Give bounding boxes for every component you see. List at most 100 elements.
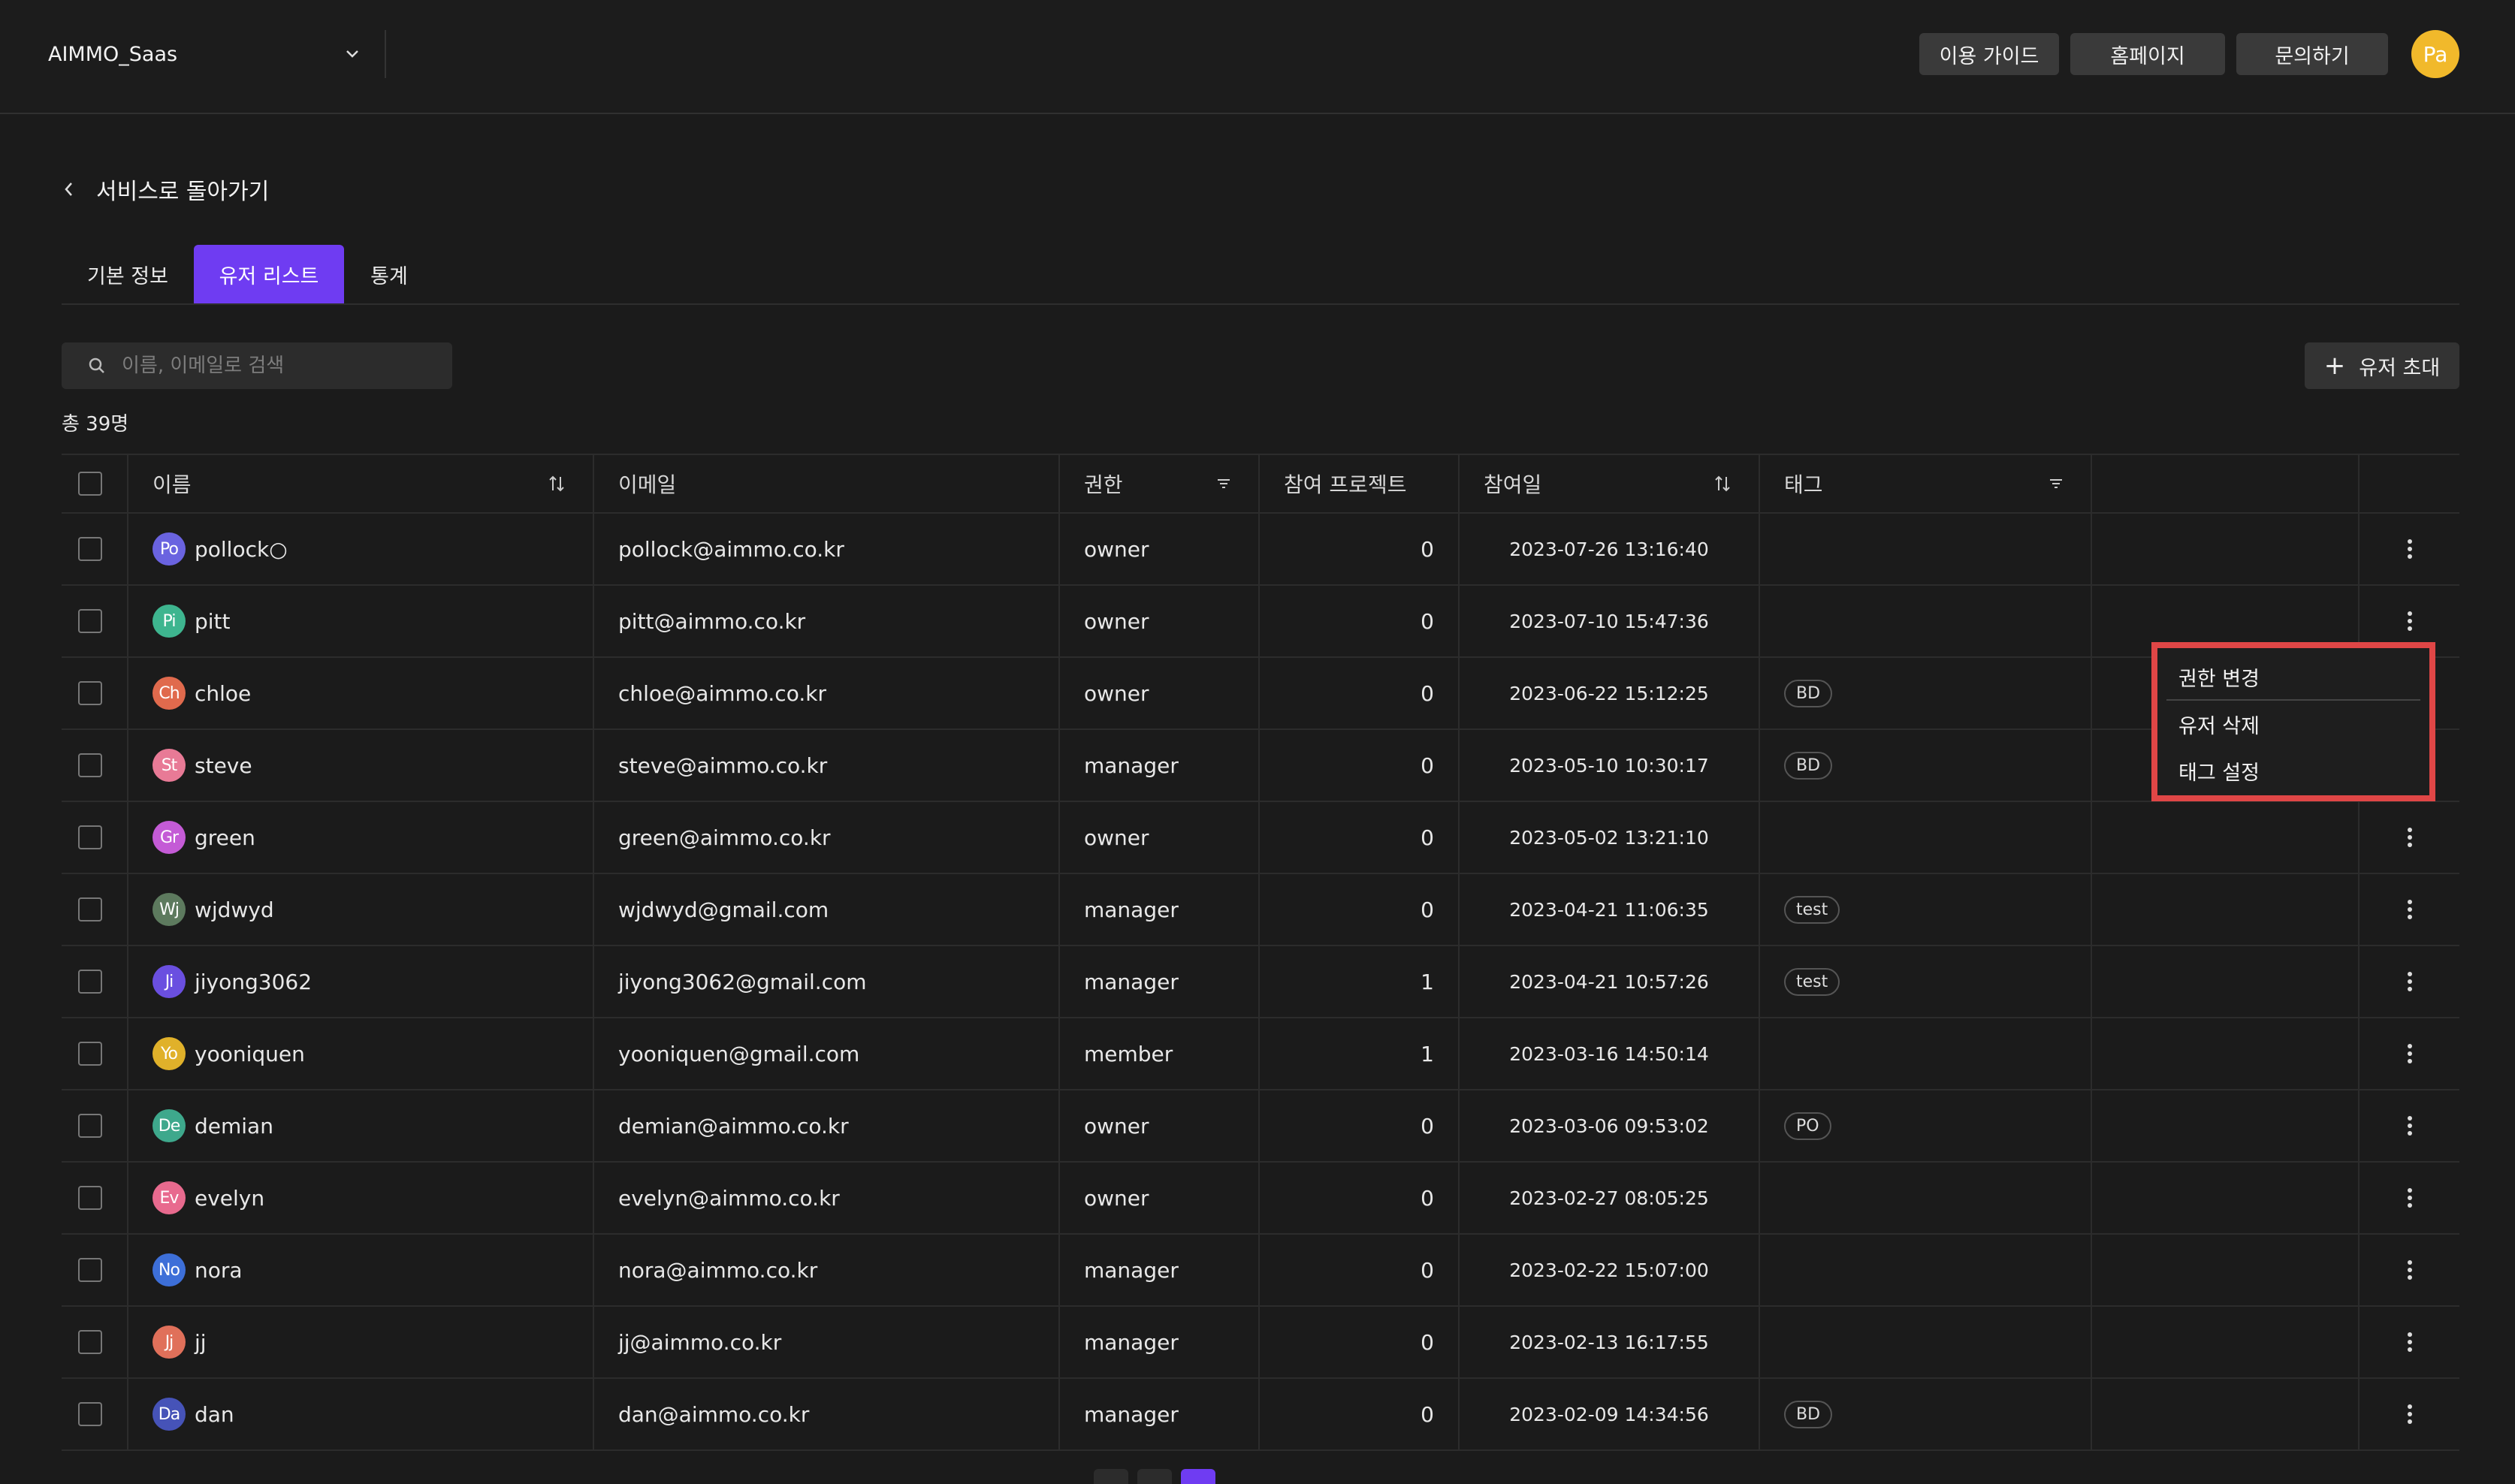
row-menu-button[interactable]	[2360, 1163, 2459, 1233]
user-name: jj	[195, 1329, 207, 1355]
row-checkbox[interactable]	[78, 537, 102, 561]
filter-icon[interactable]	[1215, 475, 1233, 493]
page-button[interactable]	[1137, 1469, 1172, 1484]
user-email: pitt@aimmo.co.kr	[618, 608, 806, 634]
user-email: nora@aimmo.co.kr	[618, 1257, 818, 1283]
invite-label: 유저 초대	[2359, 356, 2441, 380]
row-menu-button[interactable]	[2360, 802, 2459, 873]
row-context-menu: 권한 변경 유저 삭제 태그 설정	[2151, 642, 2435, 801]
user-role: manager	[1084, 753, 1179, 778]
more-vertical-icon	[2407, 900, 2412, 919]
project-count: 0	[1421, 897, 1434, 922]
user-email: jiyong3062@gmail.com	[618, 969, 867, 994]
more-vertical-icon	[2407, 1260, 2412, 1280]
project-count: 0	[1421, 680, 1434, 706]
project-count: 0	[1421, 1257, 1434, 1283]
row-checkbox[interactable]	[78, 609, 102, 633]
page-button[interactable]	[1094, 1469, 1128, 1484]
homepage-button[interactable]: 홈페이지	[2070, 33, 2225, 75]
row-checkbox[interactable]	[78, 681, 102, 705]
row-menu-button[interactable]	[2360, 1235, 2459, 1305]
joined-date: 2023-02-22 15:07:00	[1509, 1259, 1709, 1281]
user-role: manager	[1084, 1401, 1179, 1427]
joined-date: 2023-07-10 15:47:36	[1509, 610, 1709, 632]
user-name: demian	[195, 1113, 273, 1139]
tab-statistics[interactable]: 통계	[344, 245, 434, 303]
sort-icon[interactable]	[1712, 473, 1733, 494]
table-row[interactable]: St steve steve@aimmo.co.kr manager 0 2023-05-…	[62, 729, 2459, 802]
row-checkbox[interactable]	[78, 753, 102, 777]
back-label: 서비스로 돌아가기	[96, 179, 270, 205]
tab-basic-info[interactable]: 기본 정보	[62, 245, 194, 303]
row-menu-button[interactable]	[2360, 1090, 2459, 1161]
table-row[interactable]: Ji jiyong3062 jiyong3062@gmail.com manager 1…	[62, 946, 2459, 1018]
table-row[interactable]: De demian demian@aimmo.co.kr owner 0 2023-03-…	[62, 1090, 2459, 1163]
project-count: 0	[1421, 1113, 1434, 1139]
row-menu-button[interactable]	[2360, 514, 2459, 584]
workspace-selector[interactable]: AIMMO_Saas	[48, 38, 364, 71]
table-row[interactable]: Ch chloe chloe@aimmo.co.kr owner 0 2023-06-22…	[62, 657, 2459, 730]
table-row[interactable]: No nora nora@aimmo.co.kr manager 0 2023-02-22…	[62, 1234, 2459, 1307]
more-vertical-icon	[2407, 1116, 2412, 1136]
table-row[interactable]: Wj wjdwyd wjdwyd@gmail.com manager 0 2023-04-…	[62, 873, 2459, 946]
user-role: manager	[1084, 897, 1179, 922]
row-checkbox[interactable]	[78, 970, 102, 994]
table-row[interactable]: Po pollock○ pollock@aimmo.co.kr owner 0 2023-…	[62, 513, 2459, 586]
tag-badge: PO	[1784, 1111, 1831, 1140]
filter-icon[interactable]	[2047, 475, 2065, 493]
row-checkbox[interactable]	[78, 1186, 102, 1210]
search-input[interactable]	[120, 354, 439, 378]
row-checkbox[interactable]	[78, 1042, 102, 1066]
more-vertical-icon	[2407, 1404, 2412, 1424]
delete-user-menu-item[interactable]: 유저 삭제	[2166, 701, 2420, 747]
row-checkbox[interactable]	[78, 1402, 102, 1426]
sort-icon[interactable]	[546, 473, 567, 494]
table-header-row: 이름 이메일 권한 참여 프로젝트 참여일 태그	[62, 454, 2459, 514]
row-checkbox[interactable]	[78, 825, 102, 849]
tag-badge: BD	[1784, 1400, 1833, 1428]
invite-user-button[interactable]: + 유저 초대	[2305, 342, 2459, 389]
user-name: chloe	[195, 680, 252, 706]
tab-user-list[interactable]: 유저 리스트	[194, 245, 344, 303]
user-name: green	[195, 825, 255, 850]
pagination	[1094, 1469, 1224, 1484]
back-to-service-link[interactable]: 서비스로 돌아가기	[62, 173, 269, 206]
row-menu-button[interactable]	[2360, 1307, 2459, 1377]
user-role: owner	[1084, 536, 1149, 562]
row-checkbox[interactable]	[78, 897, 102, 921]
table-row[interactable]: Gr green green@aimmo.co.kr owner 0 2023-05-02…	[62, 801, 2459, 874]
table-row[interactable]: Yo yooniquen yooniquen@gmail.com member 1 202…	[62, 1018, 2459, 1090]
row-checkbox[interactable]	[78, 1258, 102, 1282]
avatar: No	[152, 1253, 186, 1286]
table-row[interactable]: Jj jj jj@aimmo.co.kr manager 0 2023-02-13 16:…	[62, 1306, 2459, 1379]
row-menu-button[interactable]	[2360, 874, 2459, 945]
table-row[interactable]: Pi pitt pitt@aimmo.co.kr owner 0 2023-07-10 1…	[62, 585, 2459, 658]
profile-avatar[interactable]: Pa	[2411, 30, 2459, 78]
row-menu-button[interactable]	[2360, 946, 2459, 1017]
project-count: 0	[1421, 1185, 1434, 1211]
user-email: steve@aimmo.co.kr	[618, 753, 828, 778]
total-count: 총 39명	[62, 413, 129, 436]
user-role: member	[1084, 1041, 1173, 1066]
guide-button[interactable]: 이용 가이드	[1919, 33, 2059, 75]
table-row[interactable]: Da dan dan@aimmo.co.kr manager 0 2023-02-09 1…	[62, 1378, 2459, 1451]
row-checkbox[interactable]	[78, 1330, 102, 1354]
tag-settings-menu-item[interactable]: 태그 설정	[2166, 747, 2420, 794]
user-role: owner	[1084, 1113, 1149, 1139]
page-button-current[interactable]	[1181, 1469, 1215, 1484]
user-role: owner	[1084, 680, 1149, 706]
change-role-menu-item[interactable]: 권한 변경	[2166, 654, 2420, 701]
joined-date: 2023-07-26 13:16:40	[1509, 538, 1709, 560]
joined-date: 2023-03-06 09:53:02	[1509, 1115, 1709, 1137]
table-row[interactable]: Ev evelyn evelyn@aimmo.co.kr owner 0 2023-02-…	[62, 1162, 2459, 1235]
plus-icon: +	[2323, 351, 2346, 381]
user-name: wjdwyd	[195, 897, 274, 922]
tab-bar: 기본 정보 유저 리스트 통계	[62, 245, 2459, 305]
tag-badge: BD	[1784, 679, 1833, 707]
contact-button[interactable]: 문의하기	[2236, 33, 2388, 75]
row-menu-button[interactable]	[2360, 1018, 2459, 1089]
row-menu-button[interactable]	[2360, 1379, 2459, 1449]
row-checkbox[interactable]	[78, 1114, 102, 1138]
user-role: owner	[1084, 608, 1149, 634]
select-all-checkbox[interactable]	[78, 472, 102, 496]
